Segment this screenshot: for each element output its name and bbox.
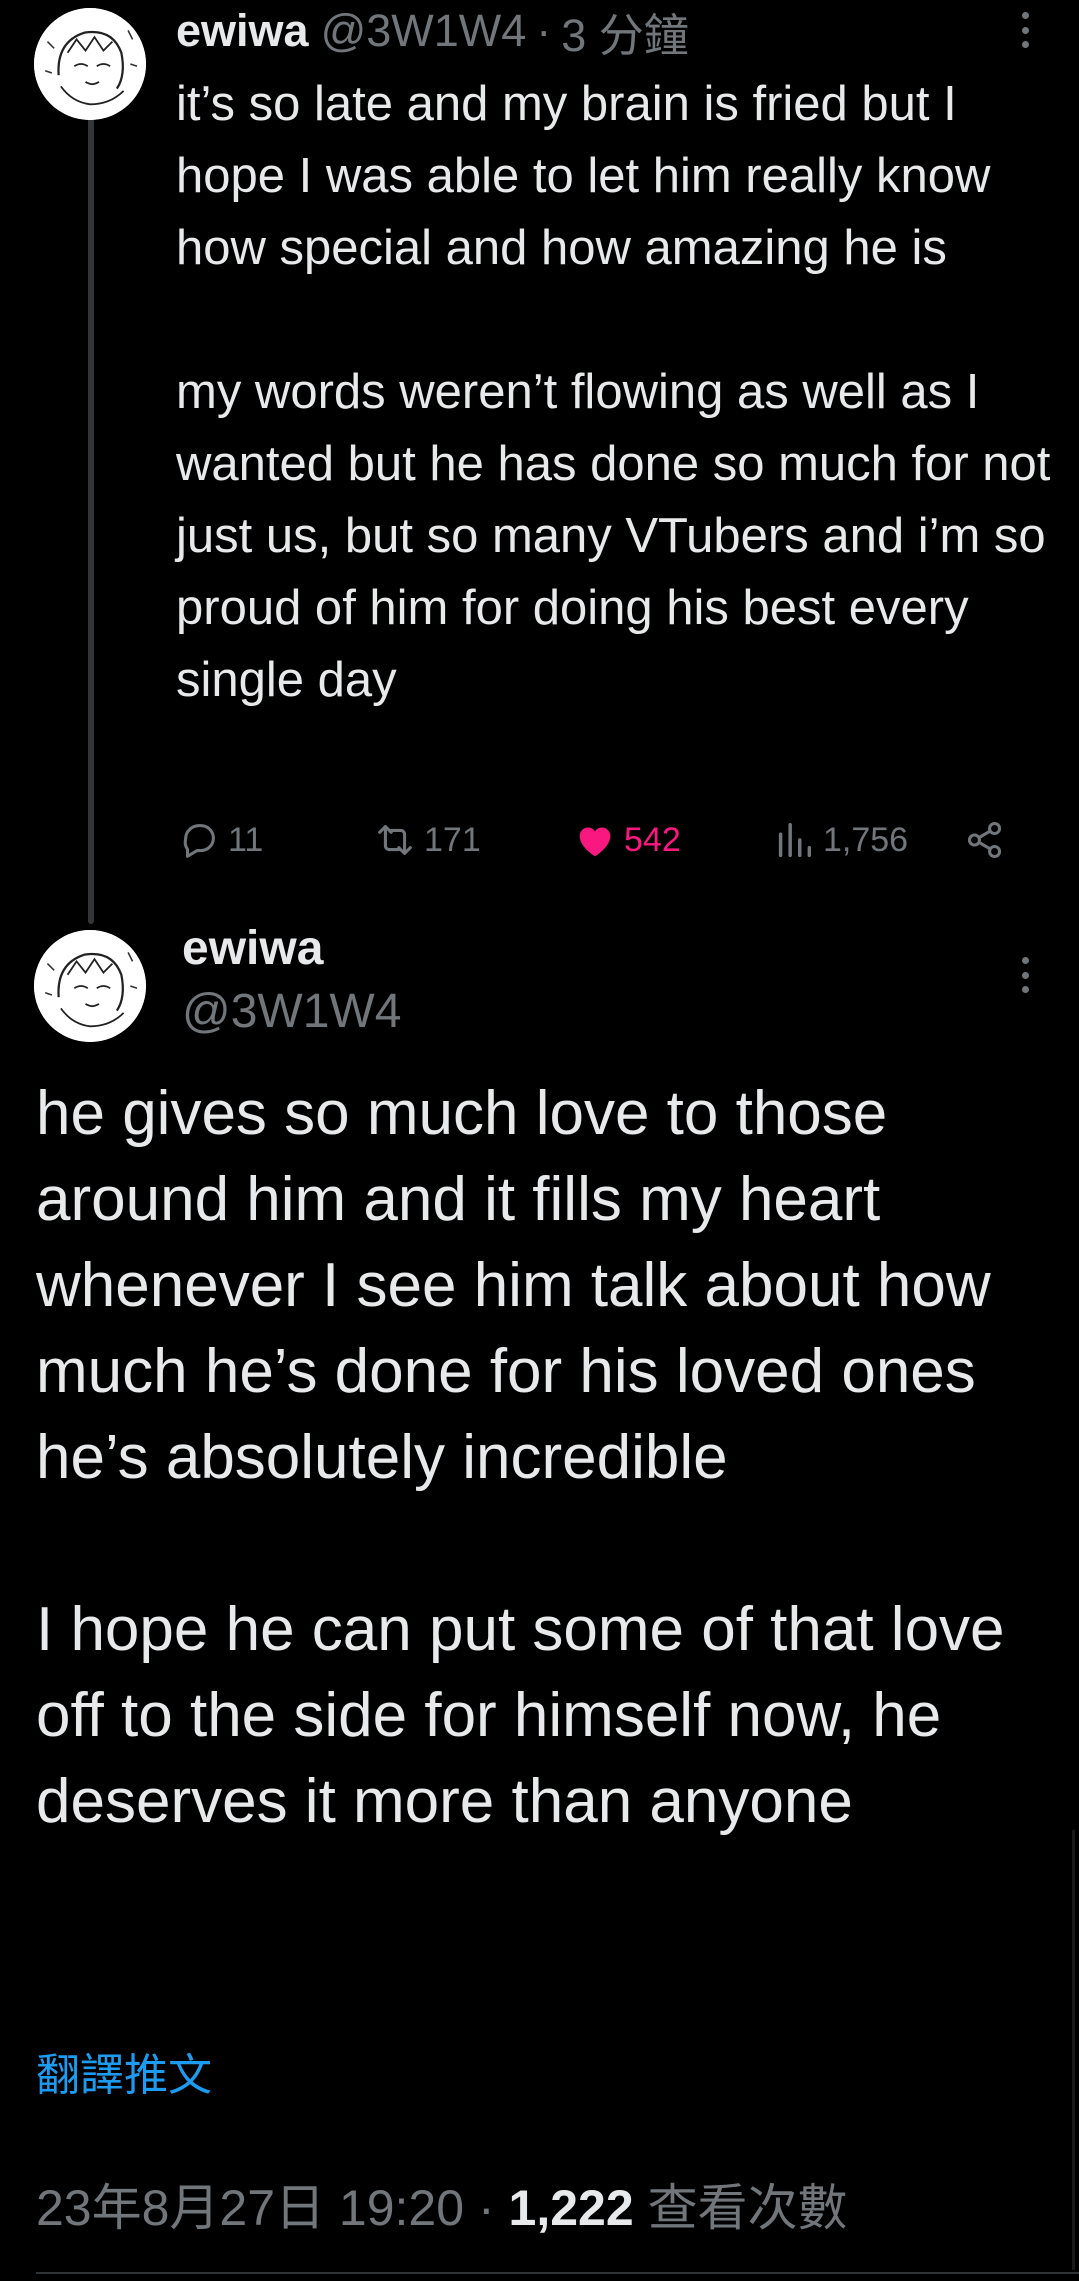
- views-button[interactable]: 1,756: [771, 810, 908, 870]
- separator: ·: [536, 5, 552, 56]
- avatar-drawing-icon: [34, 8, 146, 120]
- heart-icon: [579, 827, 611, 857]
- user-handle[interactable]: @3W1W4: [321, 5, 527, 57]
- share-button[interactable]: [962, 810, 1014, 870]
- tweet-paragraph: he gives so much love to those around hi…: [36, 1079, 991, 1492]
- like-button[interactable]: 542: [572, 810, 681, 870]
- tweet-paragraph: it’s so late and my brain is fried but I…: [176, 77, 991, 275]
- tweet-paragraph: my words weren’t flowing as well as I wa…: [176, 365, 1051, 707]
- reply-button[interactable]: 11: [176, 810, 263, 870]
- translate-tweet-link[interactable]: 翻譯推文: [36, 2046, 212, 2106]
- like-count: 542: [624, 820, 681, 859]
- view-count: 1,222: [508, 2180, 634, 2236]
- thread-connector-line: [88, 118, 94, 924]
- more-options-icon[interactable]: [1015, 12, 1035, 48]
- tweet-meta: 23年8月27日 19:20 · 1,222 查看次數: [36, 2176, 848, 2240]
- reply-count: 11: [228, 820, 264, 859]
- tweet-action-bar: 11 171 542 1,756: [176, 810, 1016, 870]
- retweet-button[interactable]: 171: [372, 810, 481, 870]
- divider: [36, 2272, 1079, 2274]
- reply-icon: [183, 824, 215, 858]
- tweet-header: ewiwa @3W1W4 · 3 分鐘: [176, 2, 689, 61]
- avatar[interactable]: [34, 930, 146, 1042]
- tweet-paragraph: I hope he can put some of that love off …: [36, 1595, 1005, 1836]
- view-count: 1,756: [823, 820, 909, 859]
- views-chart-icon: [778, 822, 812, 858]
- tweet-text: he gives so much love to those around hi…: [36, 1071, 1056, 1845]
- view-label: 查看次數: [647, 2180, 848, 2236]
- share-icon: [967, 821, 1002, 859]
- avatar[interactable]: [34, 8, 146, 120]
- display-name[interactable]: ewiwa: [182, 917, 323, 981]
- scrollbar[interactable]: [1072, 1830, 1075, 2270]
- user-handle[interactable]: @3W1W4: [182, 980, 401, 1044]
- display-name[interactable]: ewiwa: [176, 5, 309, 57]
- retweet-count: 171: [424, 820, 481, 859]
- retweet-icon: [378, 825, 412, 855]
- avatar-drawing-icon: [34, 930, 146, 1042]
- post-timestamp[interactable]: 23年8月27日 19:20: [36, 2180, 464, 2236]
- tweet-text: it’s so late and my brain is fried but I…: [176, 68, 1056, 716]
- timestamp[interactable]: 3 分鐘: [561, 0, 689, 64]
- separator: ·: [477, 2180, 495, 2236]
- more-options-icon[interactable]: [1015, 957, 1035, 993]
